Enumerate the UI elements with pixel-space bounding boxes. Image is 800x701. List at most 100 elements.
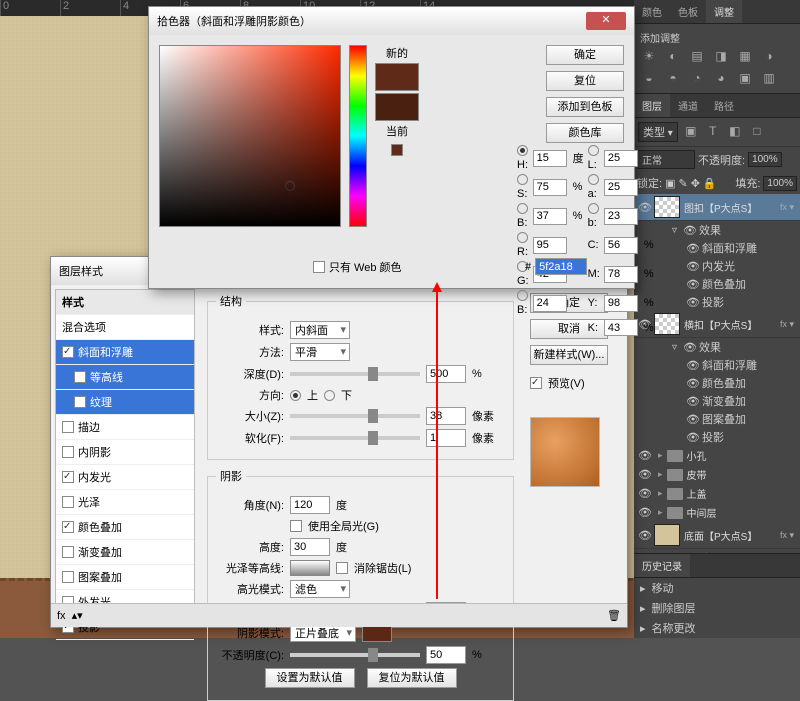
fx-badge[interactable]: fx ▾ (776, 530, 798, 541)
depth-input[interactable] (426, 365, 466, 383)
style-satin[interactable]: 光泽 (56, 490, 194, 515)
layer-thumbnail[interactable] (654, 196, 680, 218)
layer-row[interactable]: 👁底面【P大点S】fx ▾ (634, 522, 800, 549)
style-bevel[interactable]: 斜面和浮雕 (56, 340, 194, 365)
effect-item[interactable]: 👁投影 (634, 428, 800, 446)
ok-button[interactable]: 确定 (546, 45, 624, 65)
brightness-icon[interactable]: ☀ (640, 49, 658, 65)
checkbox[interactable] (62, 546, 74, 558)
lookup-icon[interactable]: ▣ (736, 71, 754, 87)
fill-value[interactable]: 100% (763, 176, 797, 191)
current-color-swatch[interactable] (375, 93, 419, 121)
soften-slider[interactable] (290, 436, 420, 440)
r-input[interactable] (533, 237, 567, 254)
bv-input[interactable] (533, 208, 567, 225)
tab-layers[interactable]: 图层 (634, 94, 670, 117)
size-slider[interactable] (290, 414, 420, 418)
style-inner-glow[interactable]: 内发光 (56, 465, 194, 490)
style-color-overlay[interactable]: 颜色叠加 (56, 515, 194, 540)
technique-select[interactable]: 平滑 (290, 343, 350, 361)
antialias-checkbox[interactable] (336, 562, 348, 574)
bch-input[interactable] (533, 295, 567, 312)
effect-item[interactable]: 👁颜色叠加 (634, 275, 800, 293)
style-pattern-overlay[interactable]: 图案叠加 (56, 565, 194, 590)
curves-icon[interactable]: ▤ (688, 49, 706, 65)
l-input[interactable] (604, 150, 638, 167)
exposure-icon[interactable]: ◨ (712, 49, 730, 65)
fx-badge[interactable]: fx ▾ (776, 202, 798, 213)
visibility-icon[interactable]: 👁 (636, 529, 654, 542)
layer-folder[interactable]: 👁▸中间层 (634, 503, 800, 522)
dir-down-radio[interactable] (324, 390, 335, 401)
hue-icon[interactable]: ◑ (760, 49, 778, 65)
lock-all-icon[interactable]: 🔒 (703, 177, 717, 190)
checkbox[interactable] (62, 496, 74, 508)
chevron-icon[interactable]: ▴▾ (72, 609, 83, 622)
checkbox[interactable] (62, 521, 74, 533)
reset-default-button[interactable]: 复位为默认值 (367, 668, 457, 688)
effect-item[interactable]: 👁内发光 (634, 257, 800, 275)
style-texture[interactable]: 纹理 (56, 390, 194, 415)
checkbox[interactable] (74, 371, 86, 383)
l-radio[interactable] (588, 145, 599, 156)
bch-radio[interactable] (517, 290, 528, 301)
style-gradient-overlay[interactable]: 渐变叠加 (56, 540, 194, 565)
k-input[interactable] (604, 319, 638, 336)
bb-radio[interactable] (588, 203, 599, 214)
layer-row[interactable]: 👁图扣【P大点S】fx ▾ (634, 194, 800, 221)
layer-name[interactable]: 图扣【P大点S】 (684, 200, 776, 215)
effect-item[interactable]: 👁斜面和浮雕 (634, 356, 800, 374)
lock-pixels-icon[interactable]: ✎ (678, 177, 687, 190)
lock-position-icon[interactable]: ✥ (691, 177, 700, 190)
effect-item[interactable]: 👁投影 (634, 293, 800, 311)
close-button[interactable]: ✕ (586, 12, 626, 30)
effect-item[interactable]: 👁颜色叠加 (634, 374, 800, 392)
s-input[interactable] (533, 179, 567, 196)
effects-header[interactable]: 👁效果 (634, 221, 800, 239)
r-radio[interactable] (517, 232, 528, 243)
history-item[interactable]: ▸名称更改 (634, 618, 800, 638)
tab-swatches[interactable]: 色板 (670, 0, 706, 23)
style-contour[interactable]: 等高线 (56, 365, 194, 390)
bw-icon[interactable]: ◓ (664, 71, 682, 87)
depth-slider[interactable] (290, 372, 420, 376)
effect-item[interactable]: 👁斜面和浮雕 (634, 239, 800, 257)
dir-up-radio[interactable] (290, 390, 301, 401)
color-field[interactable] (159, 45, 341, 227)
styles-header[interactable]: 样式 (56, 290, 194, 315)
layer-row[interactable]: 👁横扣【P大点S】fx ▾ (634, 311, 800, 338)
fx-icon[interactable]: fx (57, 610, 66, 622)
preview-checkbox[interactable] (530, 377, 542, 389)
reset-button[interactable]: 复位 (546, 71, 624, 91)
shadow-opacity-input[interactable] (426, 646, 466, 664)
filter-pixel-icon[interactable]: ▣ (682, 124, 700, 140)
effects-header[interactable]: 👁效果 (634, 338, 800, 356)
tab-paths[interactable]: 路径 (706, 94, 742, 117)
tab-color[interactable]: 颜色 (634, 0, 670, 23)
web-colors-checkbox[interactable] (313, 261, 325, 273)
bevel-style-select[interactable]: 内斜面 (290, 321, 350, 339)
colorbal-icon[interactable]: ◒ (640, 71, 658, 87)
h-radio[interactable] (517, 145, 528, 156)
fx-badge[interactable]: fx ▾ (776, 319, 798, 330)
dialog-titlebar[interactable]: 拾色器（斜面和浮雕阴影颜色）✕ (149, 7, 634, 35)
b-radio[interactable] (517, 203, 528, 214)
layer-name[interactable]: 横扣【P大点S】 (684, 317, 776, 332)
y-input[interactable] (604, 295, 638, 312)
color-cursor[interactable] (285, 181, 295, 191)
layer-thumbnail[interactable] (654, 524, 680, 546)
invert-icon[interactable]: ▥ (760, 71, 778, 87)
checkbox[interactable] (62, 446, 74, 458)
color-libraries-button[interactable]: 颜色库 (546, 123, 624, 143)
add-swatch-button[interactable]: 添加到色板 (546, 97, 624, 117)
hex-input[interactable] (535, 258, 587, 275)
tab-history[interactable]: 历史记录 (634, 554, 690, 577)
levels-icon[interactable]: ◐ (664, 49, 682, 65)
size-input[interactable] (426, 407, 466, 425)
mixer-icon[interactable]: ◕ (712, 71, 730, 87)
checkbox[interactable] (62, 471, 74, 483)
layer-thumbnail[interactable] (654, 313, 680, 335)
highlight-mode-select[interactable]: 滤色 (290, 580, 350, 598)
opacity-value[interactable]: 100% (748, 152, 782, 167)
filter-shape-icon[interactable]: ◧ (726, 124, 744, 140)
